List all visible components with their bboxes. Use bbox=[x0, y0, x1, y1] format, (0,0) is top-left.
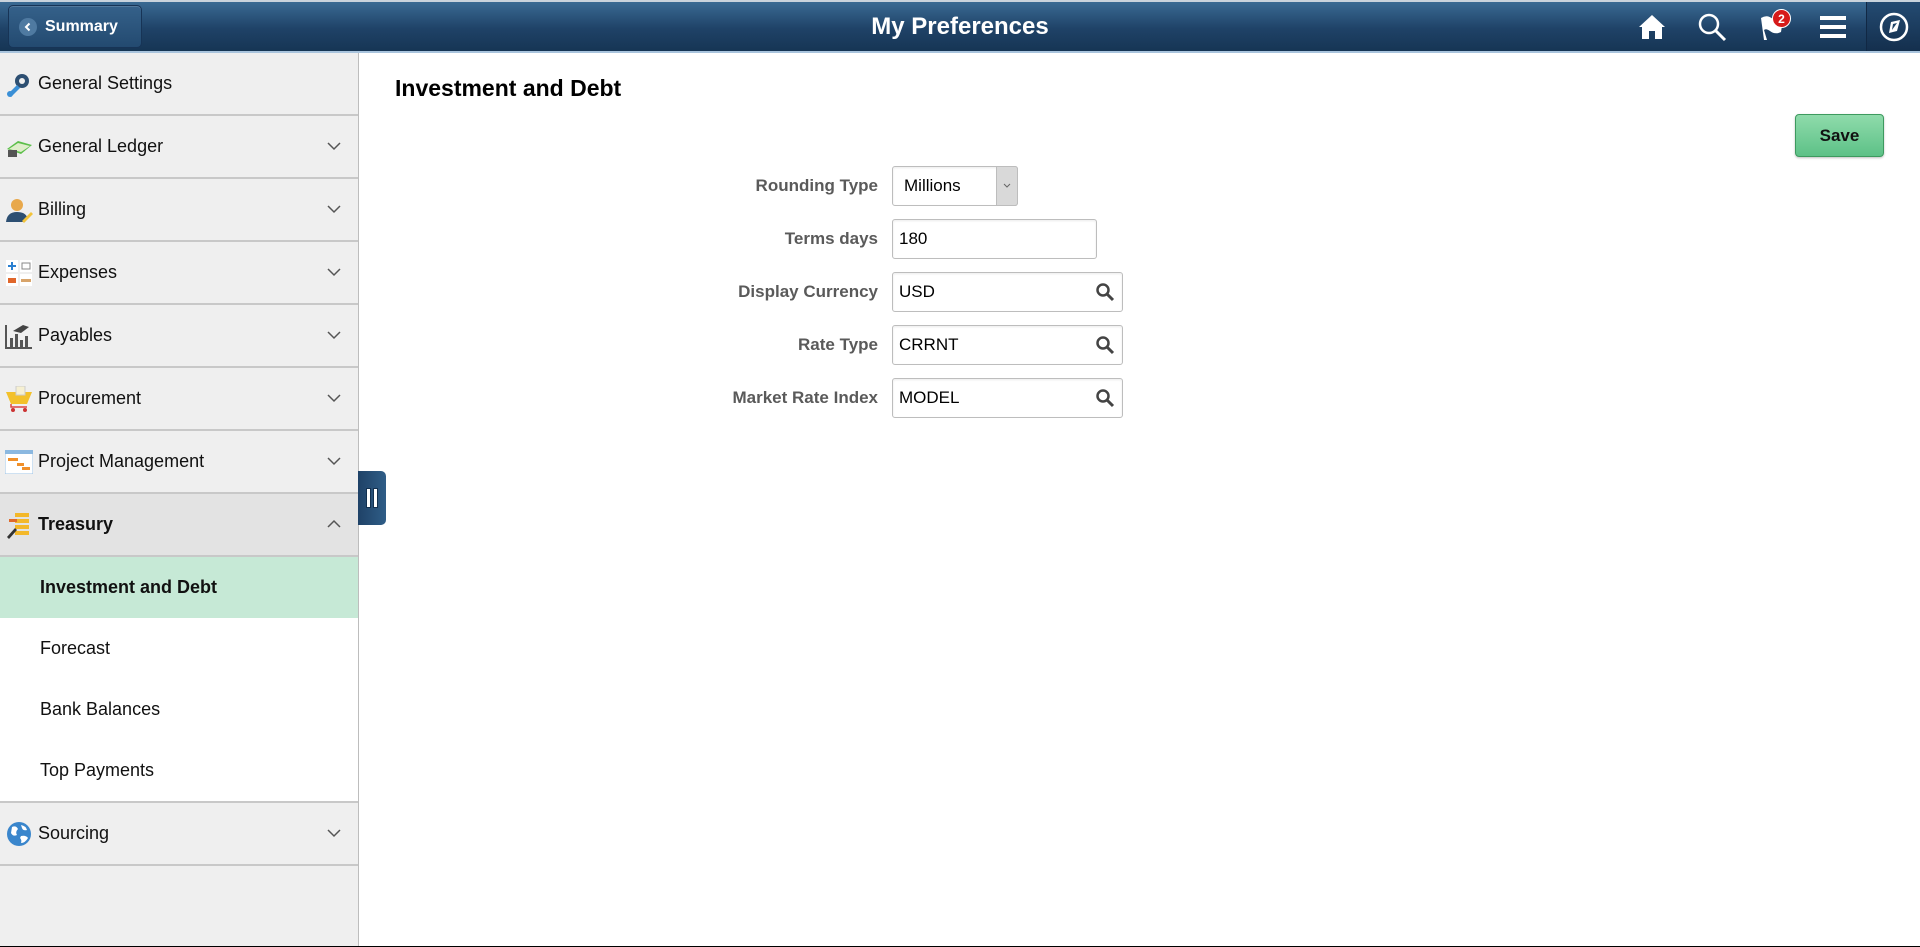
rounding-type-row: Rounding Type Millions bbox=[360, 166, 1920, 206]
lookup-search-icon[interactable] bbox=[1094, 387, 1116, 409]
page-header-title: My Preferences bbox=[871, 13, 1049, 40]
sidebar-item-treasury[interactable]: Treasury bbox=[0, 494, 358, 557]
chevron-down-icon bbox=[327, 268, 341, 277]
chevron-down-icon bbox=[327, 142, 341, 151]
main-content: Investment and Debt Save Rounding Type M… bbox=[360, 53, 1920, 946]
market-rate-index-row: Market Rate Index MODEL bbox=[360, 378, 1920, 418]
display-currency-label: Display Currency bbox=[738, 282, 878, 301]
search-icon[interactable] bbox=[1695, 11, 1729, 43]
navbar-compass-icon bbox=[1878, 11, 1910, 48]
sidebar-item-billing[interactable]: Billing bbox=[0, 179, 358, 242]
lookup-search-icon[interactable] bbox=[1094, 281, 1116, 303]
terms-days-label: Terms days bbox=[784, 229, 878, 248]
sidebar-item-general-ledger[interactable]: General Ledger bbox=[0, 116, 358, 179]
market-rate-index-input[interactable]: MODEL bbox=[892, 378, 1123, 418]
rounding-type-select[interactable]: Millions bbox=[892, 166, 1018, 206]
rounding-type-value: Millions bbox=[904, 176, 961, 195]
chevron-down-icon bbox=[327, 457, 341, 466]
terms-days-value: 180 bbox=[899, 229, 928, 248]
sidebar-item-procurement[interactable]: Procurement bbox=[0, 368, 358, 431]
summary-back-button[interactable]: Summary bbox=[8, 5, 142, 48]
chevron-down-icon bbox=[327, 394, 341, 403]
rounding-type-label: Rounding Type bbox=[755, 176, 878, 195]
sub-item-top-payments[interactable]: Top Payments bbox=[0, 740, 358, 801]
display-currency-input[interactable]: USD bbox=[892, 272, 1123, 312]
home-icon[interactable] bbox=[1635, 11, 1669, 43]
sidebar-item-expenses[interactable]: Expenses bbox=[0, 242, 358, 305]
app-header: Summary My Preferences 2 bbox=[0, 0, 1920, 53]
person-pencil-icon bbox=[4, 196, 34, 224]
terms-days-row: Terms days 180 bbox=[360, 219, 1920, 259]
navbar-button[interactable] bbox=[1866, 2, 1920, 51]
menu-icon[interactable] bbox=[1816, 11, 1850, 43]
chevron-down-icon bbox=[327, 331, 341, 340]
chevron-down-icon bbox=[327, 829, 341, 838]
sidebar-item-project-management[interactable]: Project Management bbox=[0, 431, 358, 494]
back-button-label: Summary bbox=[45, 17, 118, 35]
ledger-book-icon bbox=[4, 133, 34, 161]
terms-days-input[interactable]: 180 bbox=[892, 219, 1097, 259]
chevron-down-icon bbox=[1003, 183, 1011, 188]
gantt-chart-icon bbox=[4, 448, 34, 476]
display-currency-row: Display Currency USD bbox=[360, 272, 1920, 312]
sidebar-item-general-settings[interactable]: General Settings bbox=[0, 53, 358, 116]
display-currency-value: USD bbox=[899, 282, 935, 301]
chevron-down-icon bbox=[327, 205, 341, 214]
lookup-search-icon[interactable] bbox=[1094, 334, 1116, 356]
sub-item-bank-balances[interactable]: Bank Balances bbox=[0, 679, 358, 740]
dropdown-button[interactable] bbox=[996, 166, 1018, 206]
sub-item-investment-and-debt[interactable]: Investment and Debt bbox=[0, 557, 358, 618]
treasury-coins-icon bbox=[4, 511, 34, 539]
treasury-sub-list: Investment and Debt Forecast Bank Balanc… bbox=[0, 557, 358, 803]
bar-chart-hand-icon bbox=[4, 322, 34, 350]
save-button[interactable]: Save bbox=[1795, 114, 1884, 157]
chevron-up-icon bbox=[327, 519, 341, 528]
page-title: Investment and Debt bbox=[395, 75, 622, 101]
rate-type-value: CRRNT bbox=[899, 335, 959, 354]
sidebar-item-payables[interactable]: Payables bbox=[0, 305, 358, 368]
rate-type-label: Rate Type bbox=[798, 335, 878, 354]
market-rate-index-value: MODEL bbox=[899, 388, 960, 407]
globe-icon bbox=[4, 820, 34, 848]
travel-expenses-icon bbox=[4, 259, 34, 287]
rate-type-row: Rate Type CRRNT bbox=[360, 325, 1920, 365]
market-rate-index-label: Market Rate Index bbox=[732, 388, 879, 407]
shopping-cart-icon bbox=[4, 385, 34, 413]
chevron-left-icon bbox=[19, 17, 37, 36]
sidebar: General Settings General Ledger Billing … bbox=[0, 53, 359, 946]
notification-flag-icon[interactable]: 2 bbox=[1755, 9, 1791, 43]
rate-type-input[interactable]: CRRNT bbox=[892, 325, 1123, 365]
wrench-gear-icon bbox=[4, 70, 34, 98]
sidebar-item-sourcing[interactable]: Sourcing bbox=[0, 803, 358, 866]
sub-item-forecast[interactable]: Forecast bbox=[0, 618, 358, 679]
notification-badge: 2 bbox=[1772, 9, 1791, 28]
